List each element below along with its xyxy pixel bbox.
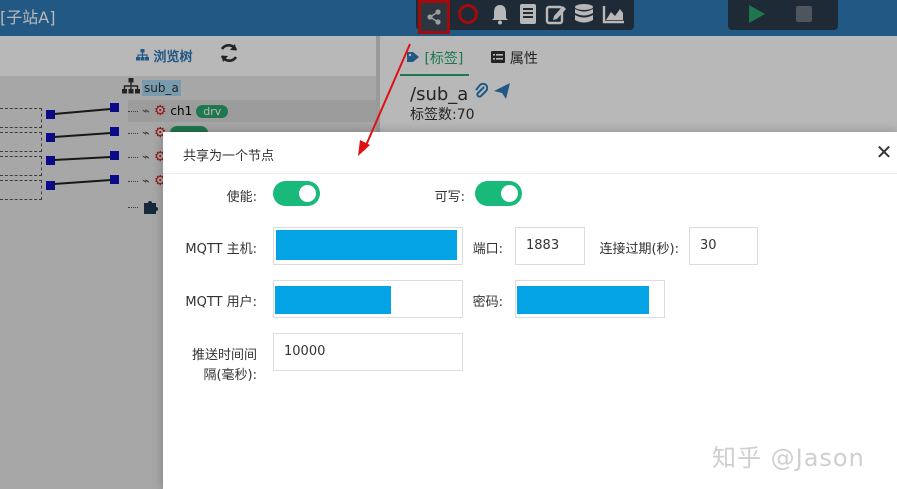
dialog-title: 共享为一个节点 xyxy=(183,149,275,164)
share-node-dialog: 共享为一个节点 ✕ 使能: 可写: MQTT 主机: 端口: 1883 连接过期… xyxy=(163,132,897,489)
dialog-header: 共享为一个节点 ✕ xyxy=(163,132,897,174)
push-interval-label-line1: 推送时间间 xyxy=(191,348,257,363)
password-input[interactable] xyxy=(515,280,665,318)
mqtt-user-label: MQTT 用户: xyxy=(185,295,257,310)
port-label: 端口: xyxy=(472,242,503,257)
writable-switch[interactable] xyxy=(475,181,522,206)
close-icon[interactable]: ✕ xyxy=(873,141,895,163)
mqtt-host-input[interactable] xyxy=(273,227,463,265)
redaction-mask xyxy=(276,230,457,260)
timeout-input[interactable]: 30 xyxy=(689,227,758,265)
redaction-mask xyxy=(275,286,391,314)
mqtt-user-input[interactable] xyxy=(273,280,463,318)
push-interval-label-line2: 隔(毫秒): xyxy=(203,368,257,383)
writable-label: 可写: xyxy=(434,190,465,205)
push-interval-input[interactable]: 10000 xyxy=(273,333,463,371)
mqtt-host-label: MQTT 主机: xyxy=(185,242,257,257)
enable-label: 使能: xyxy=(226,190,257,205)
watermark: 知乎 @Jason xyxy=(712,444,865,472)
password-label: 密码: xyxy=(472,295,503,310)
port-input[interactable]: 1883 xyxy=(515,227,585,265)
timeout-label: 连接过期(秒): xyxy=(599,242,679,257)
enable-switch[interactable] xyxy=(273,181,320,206)
redaction-mask xyxy=(517,286,649,314)
